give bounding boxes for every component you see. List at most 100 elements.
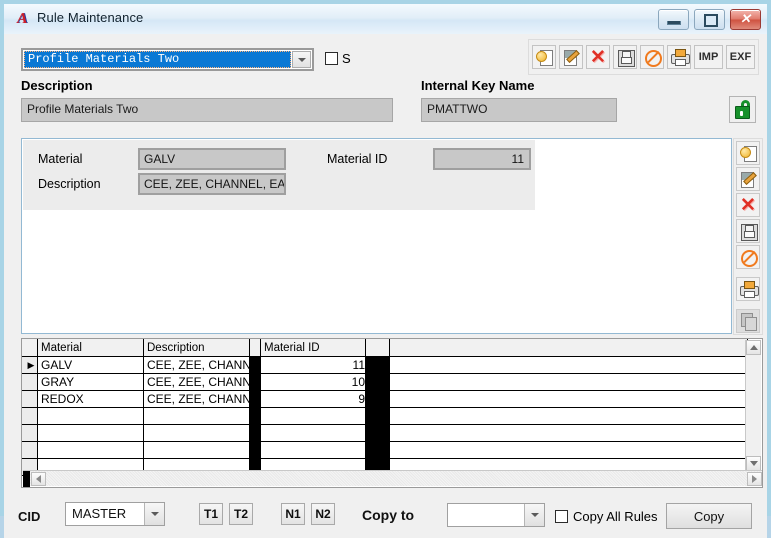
cell-material-id[interactable] — [260, 424, 366, 442]
delete-button[interactable]: ✕ — [586, 45, 610, 69]
row-indicator[interactable] — [22, 373, 38, 391]
cell-material-id[interactable]: 9 — [260, 390, 366, 408]
internal-key-field[interactable]: PMATTWO — [421, 98, 617, 122]
side-copy-button[interactable] — [736, 309, 760, 333]
window-title: Rule Maintenance — [37, 10, 144, 25]
s-checkbox-group[interactable]: S — [325, 51, 351, 66]
t1-button[interactable]: T1 — [199, 503, 223, 525]
minimize-button[interactable] — [658, 9, 689, 30]
cell-filler[interactable] — [389, 407, 748, 425]
table-row[interactable]: GRAYCEE, ZEE, CHANNEL 10 — [22, 373, 748, 391]
scroll-up-button[interactable] — [746, 340, 761, 355]
t2-button[interactable]: T2 — [229, 503, 253, 525]
delete-x-icon: ✕ — [740, 194, 756, 216]
copy-to-dropdown[interactable] — [447, 503, 545, 527]
cell-material[interactable] — [37, 407, 144, 425]
copy-to-dropdown-button[interactable] — [524, 504, 544, 526]
edit-button[interactable] — [559, 45, 583, 69]
cell-material-id[interactable]: 10 — [260, 373, 366, 391]
side-new-button[interactable] — [736, 141, 760, 165]
row-indicator[interactable] — [22, 407, 38, 425]
close-button[interactable]: ✕ — [730, 9, 761, 30]
maximize-button[interactable] — [694, 9, 725, 30]
cid-dropdown[interactable]: MASTER — [65, 502, 165, 526]
triangle-right-icon — [752, 475, 757, 483]
cid-dropdown-button[interactable] — [144, 503, 164, 525]
cell-material-id[interactable]: 11 — [260, 356, 366, 374]
import-button[interactable]: IMP — [694, 45, 723, 69]
cell-material[interactable]: GALV — [37, 356, 144, 374]
lock-toggle-button[interactable] — [729, 96, 756, 123]
table-row[interactable] — [22, 407, 748, 425]
side-edit-button[interactable] — [736, 167, 760, 191]
grid-horizontal-scrollbar[interactable] — [23, 470, 762, 487]
cell-material-id[interactable] — [260, 407, 366, 425]
cell-description[interactable]: CEE, ZEE, CHANNEL — [143, 373, 250, 391]
col-collapsed-2[interactable] — [365, 339, 390, 357]
row-indicator[interactable] — [22, 441, 38, 459]
cell-filler[interactable] — [389, 373, 748, 391]
scroll-down-button[interactable] — [746, 456, 761, 471]
table-row[interactable] — [22, 424, 748, 442]
new-button[interactable] — [532, 45, 556, 69]
rule-selector-dropdown-button[interactable] — [292, 51, 311, 68]
detail-material-id-field[interactable]: 11 — [433, 148, 531, 170]
cell-description[interactable]: CEE, ZEE, CHANNEL — [143, 356, 250, 374]
row-indicator[interactable]: ▶ — [22, 356, 38, 374]
s-checkbox[interactable] — [325, 52, 338, 65]
side-cancel-button[interactable] — [736, 245, 760, 269]
copy-all-rules-group[interactable]: Copy All Rules — [555, 509, 658, 524]
save-disk-icon — [740, 223, 758, 241]
table-row[interactable]: REDOXCEE, ZEE, CHANNEL 9 — [22, 390, 748, 408]
copy-all-rules-checkbox[interactable] — [555, 510, 568, 523]
cancel-button[interactable] — [640, 45, 664, 69]
side-print-button[interactable] — [736, 277, 760, 301]
cell-description[interactable] — [143, 441, 250, 459]
detail-description-field[interactable]: CEE, ZEE, CHANNEL, EAʼ — [138, 173, 286, 195]
cell-description[interactable] — [143, 424, 250, 442]
cell-description[interactable]: CEE, ZEE, CHANNEL — [143, 390, 250, 408]
row-indicator[interactable] — [22, 424, 38, 442]
grid-header-row: Material Description Material ID — [22, 339, 748, 357]
materials-grid[interactable]: Material Description Material ID ▶ GALV CE… — [21, 338, 763, 488]
col-header-description[interactable]: Description — [143, 339, 250, 357]
scroll-left-button[interactable] — [31, 472, 46, 486]
cell-material[interactable]: REDOX — [37, 390, 144, 408]
rule-selector-combo[interactable]: Profile Materials Two — [21, 48, 314, 71]
cell-material-id[interactable] — [260, 441, 366, 459]
row-indicator[interactable] — [22, 390, 38, 408]
table-row[interactable]: ▶GALVCEE, ZEE, CHANNEL 11 — [22, 356, 748, 374]
detail-material-field[interactable]: GALV — [138, 148, 286, 170]
print-button[interactable] — [667, 45, 691, 69]
description-field[interactable]: Profile Materials Two — [21, 98, 393, 122]
side-delete-button[interactable]: ✕ — [736, 193, 760, 217]
side-save-button[interactable] — [736, 219, 760, 243]
window-controls: ✕ — [658, 9, 761, 30]
table-row[interactable] — [22, 441, 748, 459]
n2-button[interactable]: N2 — [311, 503, 335, 525]
cell-material[interactable] — [37, 424, 144, 442]
col-header-material-id[interactable]: Material ID — [260, 339, 366, 357]
copy-button[interactable]: Copy — [666, 503, 752, 529]
cell-description[interactable] — [143, 407, 250, 425]
cell-material[interactable]: GRAY — [37, 373, 144, 391]
cell-collapsed-1 — [249, 424, 261, 442]
save-button[interactable] — [613, 45, 637, 69]
cell-filler[interactable] — [389, 424, 748, 442]
cell-collapsed-2 — [365, 390, 390, 408]
n1-button[interactable]: N1 — [281, 503, 305, 525]
grid-header: Material Description Material ID — [22, 339, 748, 357]
rule-selector-value[interactable]: Profile Materials Two — [24, 51, 291, 68]
col-header-material[interactable]: Material — [37, 339, 144, 357]
export-button[interactable]: EXF — [726, 45, 755, 69]
detail-material-id-label: Material ID — [327, 152, 388, 166]
bottom-bar: CID MASTER T1 T2 N1 N2 Copy to Copy All … — [4, 492, 767, 538]
col-collapsed-1[interactable] — [249, 339, 261, 357]
cell-material[interactable] — [37, 441, 144, 459]
cell-filler[interactable] — [389, 441, 748, 459]
scroll-right-button[interactable] — [747, 472, 762, 486]
grid-vertical-scrollbar[interactable] — [745, 340, 761, 471]
cell-filler[interactable] — [389, 390, 748, 408]
cell-filler[interactable] — [389, 356, 748, 374]
minimize-icon — [667, 21, 681, 25]
